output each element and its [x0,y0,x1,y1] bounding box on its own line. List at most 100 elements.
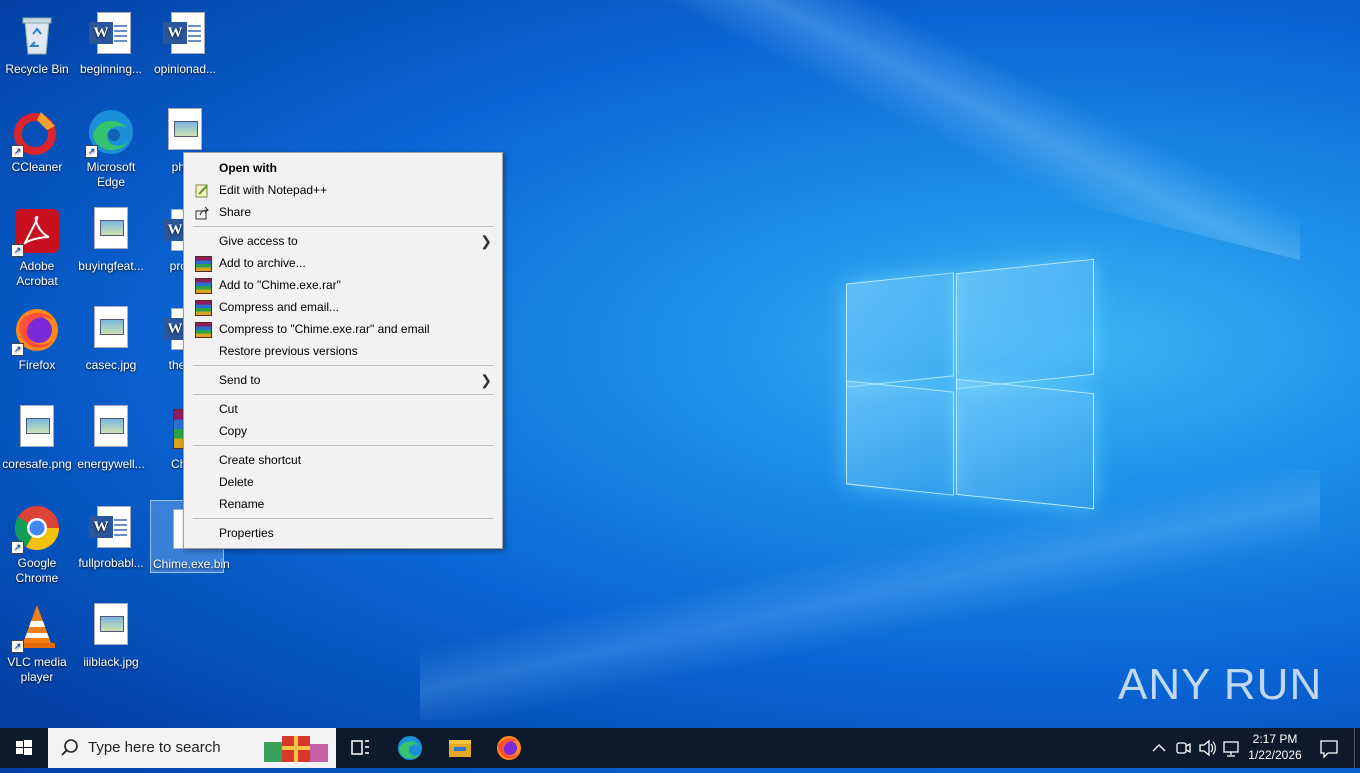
shortcut-arrow-icon: ↗ [85,145,98,158]
word-document-icon: W [161,10,209,58]
menu-item-restore-versions[interactable]: Restore previous versions [186,340,500,362]
notepadpp-icon [195,183,210,198]
menu-separator [193,394,493,395]
shortcut-arrow-icon: ↗ [11,541,24,554]
desktop-icon-firefox[interactable]: ↗ Firefox [0,302,74,373]
image-file-icon [13,405,61,453]
desktop-icon-recycle-bin[interactable]: Recycle Bin [0,6,74,77]
desktop-icon-label: energywell... [77,457,145,471]
taskbar-edge-button[interactable] [390,732,430,764]
desktop-icon-microsoft-edge[interactable]: ↗ Microsoft Edge [74,104,148,190]
anyrun-watermark: ANY RUN [1118,660,1323,709]
meet-now-button[interactable] [1172,728,1194,768]
desktop-icon-opinionad[interactable]: W opinionad... [148,6,222,77]
menu-item-label: Give access to [219,234,298,248]
menu-separator [193,445,493,446]
action-center-button[interactable] [1316,728,1342,768]
menu-item-edit-notepadpp[interactable]: Edit with Notepad++ [186,179,500,201]
taskbar-clock[interactable]: 2:17 PM 1/22/2026 [1238,731,1312,763]
menu-item-rename[interactable]: Rename [186,493,500,515]
menu-item-cut[interactable]: Cut [186,398,500,420]
menu-item-compress-email[interactable]: Compress and email... [186,296,500,318]
desktop-icon-vlc[interactable]: ↗ VLC media player [0,599,74,685]
volume-button[interactable] [1196,728,1218,768]
menu-item-add-to-archive[interactable]: Add to archive... [186,252,500,274]
menu-item-add-to-rar[interactable]: Add to "Chime.exe.rar" [186,274,500,296]
menu-item-copy[interactable]: Copy [186,420,500,442]
image-file-icon [161,108,209,156]
context-menu: Open with Edit with Notepad++ Share Give… [183,152,503,549]
desktop-icon-label: fullprobabl... [78,556,144,570]
show-hidden-icons-button[interactable] [1148,728,1170,768]
menu-item-label: Add to "Chime.exe.rar" [219,278,341,292]
edge-icon [398,736,422,760]
desktop-icon-beginning[interactable]: W beginning... [74,6,148,77]
winrar-icon [195,322,212,338]
clock-date: 1/22/2026 [1248,748,1302,762]
shortcut-arrow-icon: ↗ [11,343,24,356]
desktop-icon-label: coresafe.png [2,457,72,471]
desktop-icon-label: opinionad... [153,62,217,76]
desktop-icon-label: CCleaner [11,160,63,174]
edge-icon: ↗ [85,108,135,158]
image-file-icon [87,306,135,354]
menu-item-properties[interactable]: Properties [186,522,500,544]
speaker-icon [1199,739,1216,757]
taskbar-search-box[interactable]: Type here to search [48,728,336,768]
menu-item-compress-to-rar-email[interactable]: Compress to "Chime.exe.rar" and email [186,318,500,340]
desktop-icon-adobe-acrobat[interactable]: ↗ Adobe Acrobat [0,203,74,289]
desktop-icon-energywell[interactable]: energywell... [74,401,148,472]
menu-item-label: Add to archive... [219,256,306,270]
menu-item-label: Create shortcut [219,453,302,467]
desktop-icon-label: iiiblack.jpg [83,655,139,669]
menu-item-share[interactable]: Share [186,201,500,223]
menu-item-create-shortcut[interactable]: Create shortcut [186,449,500,471]
notification-icon [1320,740,1338,759]
show-desktop-button[interactable] [1354,728,1360,768]
menu-item-label: Cut [219,402,238,416]
desktop-icon-label: Recycle Bin [5,62,69,76]
share-icon [195,205,210,220]
image-file-icon [87,405,135,453]
menu-item-label: Properties [219,526,274,540]
desktop-icon-iiiblack[interactable]: iiiblack.jpg [74,599,148,670]
desktop-icon-coresafe[interactable]: coresafe.png [0,401,74,472]
start-button[interactable] [0,728,48,768]
menu-item-label: Share [219,205,252,219]
taskbar-file-explorer-button[interactable] [440,732,480,764]
desktop-icon-label: Microsoft Edge [86,160,136,189]
image-file-icon [87,603,135,651]
task-view-icon [351,740,369,755]
menu-item-label: Copy [219,424,248,438]
shortcut-arrow-icon: ↗ [11,145,24,158]
task-view-button[interactable] [340,732,380,764]
desktop-icon-ccleaner[interactable]: ↗ CCleaner [0,104,74,175]
windows-start-icon [16,740,32,755]
desktop-icon-label: Chime.exe.bin [153,557,230,571]
menu-item-label: Edit with Notepad++ [219,183,328,197]
desktop-icon-buyingfeat[interactable]: buyingfeat... [74,203,148,274]
taskbar-firefox-button[interactable] [489,732,529,764]
desktop-icon-google-chrome[interactable]: ↗ Google Chrome [0,500,74,586]
firefox-icon [497,736,521,760]
chevron-right-icon: ❯ [480,233,492,249]
desktop-icon-fullprobabl[interactable]: W fullprobabl... [74,500,148,571]
menu-item-delete[interactable]: Delete [186,471,500,493]
folder-icon [449,740,471,757]
menu-item-label: Compress to "Chime.exe.rar" and email [219,322,430,336]
menu-item-label: Open with [219,161,277,175]
taskbar: Type here to search 2:17 PM 1/22/2026 [0,728,1360,768]
search-placeholder: Type here to search [88,739,221,756]
menu-item-give-access[interactable]: Give access to ❯ [186,230,500,252]
menu-item-open-with[interactable]: Open with [186,157,500,179]
menu-item-label: Compress and email... [219,300,340,314]
desktop-icon-casec[interactable]: casec.jpg [74,302,148,373]
desktop-icon-label: Adobe Acrobat [16,259,58,288]
desktop-icon-label: VLC media player [7,655,67,684]
menu-separator [193,365,493,366]
menu-separator [193,226,493,227]
firefox-icon: ↗ [11,306,61,356]
chevron-right-icon: ❯ [480,372,492,388]
image-file-icon [87,207,135,255]
menu-item-send-to[interactable]: Send to ❯ [186,369,500,391]
